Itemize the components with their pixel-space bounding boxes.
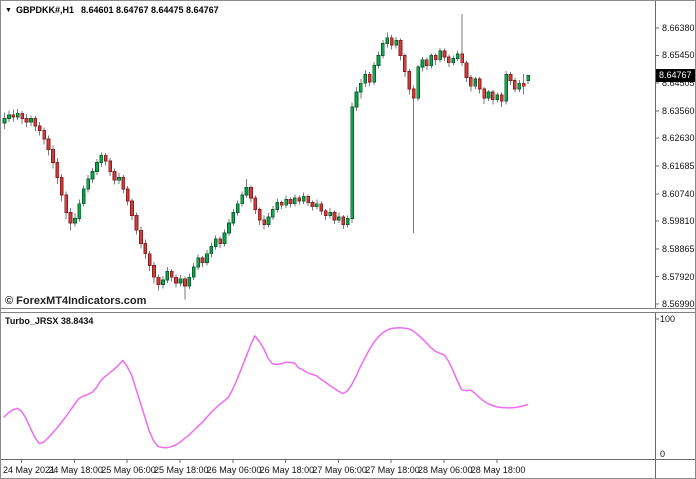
ohlc-values: 8.64601 8.64767 8.64475 8.64767 xyxy=(81,5,219,15)
current-price-badge: 8.64767 xyxy=(656,69,696,82)
price-tick-label: 8.59810 xyxy=(662,216,695,226)
price-tick-label: 8.65450 xyxy=(662,50,695,60)
time-tick-label: 25 May 18:00 xyxy=(154,465,206,475)
main-chart-pane[interactable] xyxy=(1,1,655,308)
price-tick-label: 8.63560 xyxy=(662,106,695,116)
time-tick-label: 28 May 18:00 xyxy=(471,465,523,475)
time-tick-label: 27 May 18:00 xyxy=(365,465,417,475)
price-tick-label: 8.62630 xyxy=(662,133,695,143)
time-tick-label: 27 May 06:00 xyxy=(312,465,364,475)
price-tick-label: 8.58865 xyxy=(662,244,695,254)
time-tick-label: 28 May 06:00 xyxy=(418,465,470,475)
chart-header: ▼ GBPDKK#,H1 8.64601 8.64767 8.64475 8.647… xyxy=(5,5,219,17)
mt4-chart-window: ▼ GBPDKK#,H1 8.64601 8.64767 8.64475 8.647… xyxy=(0,0,696,479)
price-tick-label: 8.61685 xyxy=(662,161,695,171)
time-tick-label: 26 May 18:00 xyxy=(260,465,312,475)
indicator-scale-min: 0 xyxy=(660,449,665,459)
time-tick-label: 24 May 18:00 xyxy=(48,465,100,475)
time-tick-label: 26 May 06:00 xyxy=(207,465,259,475)
indicator-pane[interactable] xyxy=(1,313,655,459)
time-tick-label: 24 May 2021 xyxy=(3,465,55,475)
price-tick-label: 8.60740 xyxy=(662,189,695,199)
time-tick-label: 25 May 06:00 xyxy=(101,465,153,475)
indicator-label: Turbo_JRSX 38.8434 xyxy=(5,316,93,326)
indicator-scale-max: 100 xyxy=(660,314,675,324)
pane-splitter[interactable] xyxy=(1,308,696,313)
symbol-timeframe-label: GBPDKK#,H1 xyxy=(16,5,74,15)
watermark: © ForexMT4Indicators.com xyxy=(5,295,146,307)
chart-dropdown-icon[interactable]: ▼ xyxy=(5,7,12,14)
price-tick-label: 8.57920 xyxy=(662,272,695,282)
price-tick-label: 8.66380 xyxy=(662,23,695,33)
